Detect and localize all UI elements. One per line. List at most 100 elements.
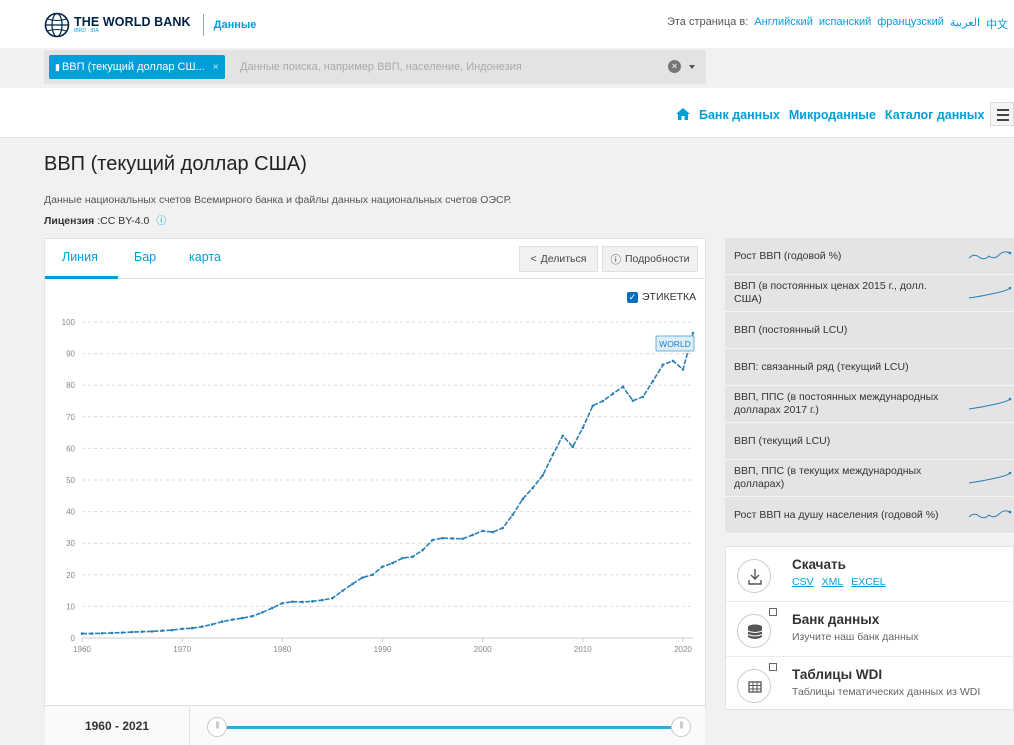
x-tick-label: 2020 (674, 645, 692, 654)
logo-divider (202, 14, 204, 36)
y-tick-label: 100 (62, 318, 76, 327)
y-tick-label: 80 (66, 381, 75, 390)
lang-link-french[interactable]: французский (877, 16, 944, 32)
tab-line[interactable]: Линия (62, 250, 98, 264)
data-point (521, 497, 525, 501)
related-indicator-item[interactable]: ВВП, ППС (в постоянных международных дол… (725, 386, 1014, 423)
data-point (271, 606, 274, 610)
chip-remove-icon[interactable]: × (213, 62, 219, 73)
lang-link-english[interactable]: Английский (754, 16, 813, 32)
world-bank-logo[interactable]: THE WORLD BANK IBRD · IDA Данные (44, 12, 256, 38)
info-circle-icon: ⓘ (610, 253, 621, 266)
resource-cards: Скачать CSV XML EXCEL Банк данных Изучит… (725, 546, 1014, 710)
label-checkbox[interactable]: ✓ ЭТИКЕТКА (627, 291, 696, 303)
year-range-readout: 1960 - 2021 (45, 706, 190, 745)
related-indicator-item[interactable]: ВВП: связанный ряд (текущий LCU) (725, 349, 1014, 386)
related-indicator-item[interactable]: ВВП (постоянный LCU) (725, 312, 1014, 349)
external-link-icon (769, 608, 777, 616)
data-point (381, 565, 384, 568)
data-point (641, 395, 645, 399)
related-indicator-item[interactable]: ВВП (в постоянных ценах 2015 г., долл. С… (725, 275, 1014, 312)
data-point (361, 576, 364, 579)
table-icon (737, 669, 771, 703)
menu-icon[interactable] (990, 102, 1014, 126)
y-tick-label: 40 (66, 508, 75, 517)
download-csv-link[interactable]: CSV (792, 576, 814, 588)
data-point (160, 629, 164, 633)
section-link-data[interactable]: Данные (214, 19, 257, 31)
data-point (511, 513, 515, 517)
range-handle-end[interactable] (671, 717, 691, 737)
tab-bar[interactable]: Бар (134, 250, 156, 264)
globe-logo-icon (44, 12, 70, 38)
related-indicator-item[interactable]: ВВП (текущий LCU) (725, 423, 1014, 460)
nav-link-catalog[interactable]: Каталог данных (885, 108, 985, 122)
lang-link-chinese[interactable]: 中文 (986, 16, 1008, 32)
data-point (291, 600, 294, 603)
data-point (321, 598, 324, 602)
wdi-card[interactable]: Таблицы WDI Таблицы тематических данных … (726, 657, 1014, 712)
year-range-slider: 1960 - 2021 (45, 705, 705, 745)
x-tick-label: 2000 (474, 645, 492, 654)
data-point (371, 573, 374, 577)
data-point (250, 614, 254, 618)
label-checkbox-text: ЭТИКЕТКА (642, 291, 697, 303)
related-indicator-item[interactable]: Рост ВВП (годовой %) (725, 238, 1014, 275)
data-point (491, 530, 494, 534)
range-track[interactable] (217, 726, 685, 729)
sparkline-icon (968, 510, 1012, 519)
chart-panel: Линия Бар карта < Делиться ⓘ Подробности… (44, 238, 706, 745)
nav-link-databank[interactable]: Банк данных (699, 108, 780, 122)
data-point (80, 632, 84, 635)
language-prefix: Эта страница в: (666, 16, 749, 28)
lang-link-arabic[interactable]: العربية (950, 16, 980, 32)
share-button[interactable]: < Делиться (519, 246, 598, 272)
details-label: Подробности (624, 253, 690, 265)
data-point (301, 600, 304, 604)
wdi-desc: Таблицы тематических данных из WDI (792, 686, 981, 698)
data-point (150, 630, 154, 633)
data-point (531, 486, 535, 490)
related-indicator-item[interactable]: ВВП, ППС (в текущих международных доллар… (725, 460, 1014, 497)
databank-desc: Изучите наш банк данных (792, 631, 919, 643)
y-tick-label: 20 (66, 571, 75, 580)
nav-link-microdata[interactable]: Микроданные (789, 108, 876, 122)
share-label: Делиться (540, 253, 587, 265)
selected-indicator-chip[interactable]: ▮ ВВП (текущий доллар СШ... × (49, 55, 225, 79)
data-point (691, 331, 695, 335)
data-point (591, 404, 595, 408)
search-input[interactable] (240, 58, 524, 76)
info-icon[interactable]: ⓘ (156, 216, 166, 227)
clear-search-icon[interactable]: × (668, 60, 681, 73)
databank-card[interactable]: Банк данных Изучите наш банк данных (726, 602, 1014, 657)
data-point (431, 538, 434, 542)
chevron-down-icon[interactable] (689, 65, 695, 69)
brand-sub: IBRD · IDA (74, 28, 99, 35)
data-point (681, 368, 685, 371)
gdp-line-chart: 0 10 20 30 40 50 60 70 80 90 100 1960 1970 1980 1990 20… (62, 318, 695, 654)
share-icon: < (530, 253, 537, 265)
related-indicator-label: Рост ВВП (годовой %) (734, 249, 842, 262)
active-tab-indicator (45, 276, 118, 279)
data-point (190, 626, 194, 630)
details-button[interactable]: ⓘ Подробности (602, 246, 698, 272)
data-point (461, 537, 464, 541)
data-point (140, 630, 144, 633)
tab-map[interactable]: карта (189, 250, 221, 264)
data-point (471, 533, 474, 537)
download-xml-link[interactable]: XML (822, 576, 844, 588)
related-indicator-item[interactable]: Рост ВВП на душу населения (годовой %) (725, 497, 1014, 534)
data-point (651, 379, 655, 383)
external-link-icon (769, 663, 777, 671)
related-indicator-label: ВВП, ППС (в постоянных международных дол… (734, 391, 939, 416)
download-excel-link[interactable]: EXCEL (851, 576, 885, 588)
download-icon (737, 559, 771, 593)
related-indicator-label: ВВП: связанный ряд (текущий LCU) (734, 360, 909, 373)
home-icon[interactable] (676, 108, 690, 120)
data-point (331, 596, 334, 600)
bar-chart-icon: ▮ (55, 61, 60, 72)
lang-link-spanish[interactable]: испанский (819, 16, 871, 32)
range-handle-start[interactable] (207, 717, 227, 737)
search-bar: ▮ ВВП (текущий доллар СШ... × × (44, 50, 706, 84)
data-point (661, 363, 665, 366)
